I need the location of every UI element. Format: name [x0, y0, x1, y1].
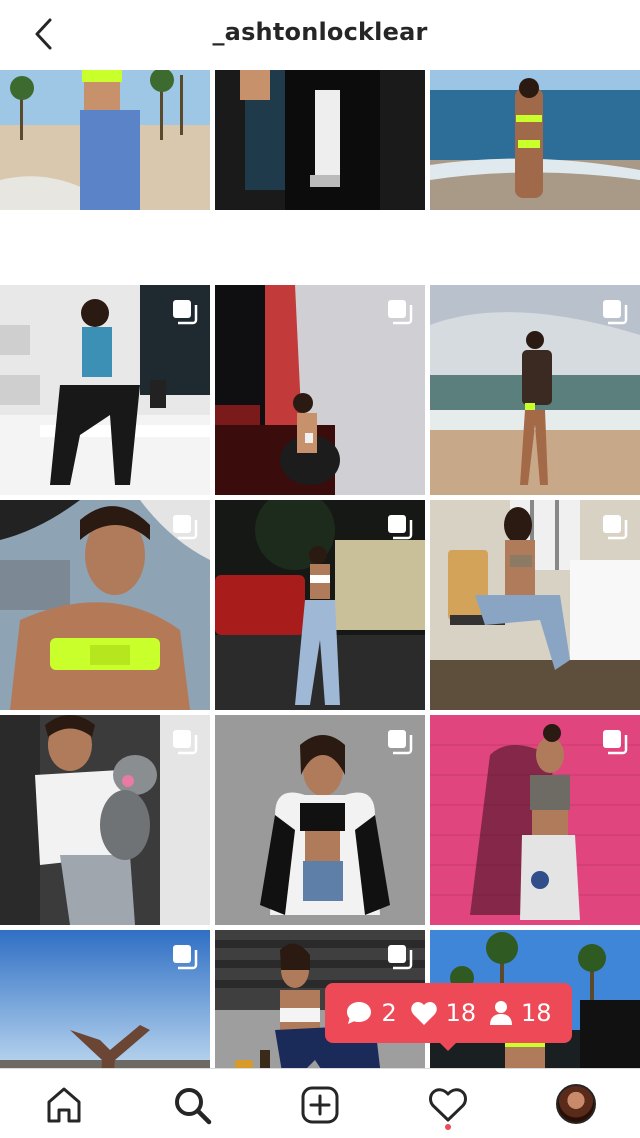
person-icon [490, 1001, 513, 1025]
likes-stat: 18 [410, 999, 477, 1027]
comment-icon [347, 1002, 372, 1024]
carousel-icon [603, 515, 628, 540]
carousel-icon [173, 945, 198, 970]
nav-home[interactable] [42, 1083, 86, 1127]
post-tile[interactable] [430, 285, 640, 495]
post-image [215, 70, 425, 210]
carousel-icon [388, 730, 413, 755]
comments-stat: 2 [345, 999, 397, 1027]
heart-icon [410, 1001, 437, 1025]
carousel-icon [388, 300, 413, 325]
carousel-icon [173, 730, 198, 755]
likes-count: 18 [445, 999, 477, 1027]
carousel-icon [603, 730, 628, 755]
carousel-icon [173, 300, 198, 325]
nav-activity[interactable] [426, 1083, 470, 1127]
follows-count: 18 [521, 999, 552, 1027]
carousel-icon [388, 515, 413, 540]
post-tile[interactable] [430, 70, 640, 280]
post-tile[interactable] [215, 500, 425, 710]
carousel-icon [388, 945, 413, 970]
post-tile[interactable] [215, 715, 425, 925]
post-tile[interactable] [215, 285, 425, 495]
post-tile[interactable] [215, 70, 425, 280]
follows-stat: 18 [489, 999, 552, 1027]
post-tile[interactable] [0, 285, 210, 495]
activity-icon [429, 1088, 467, 1122]
bottom-navigation [0, 1068, 640, 1138]
post-tile[interactable] [430, 715, 640, 925]
post-grid [0, 70, 640, 1138]
post-image [0, 70, 210, 210]
top-header: _ashtonlocklear [0, 0, 640, 68]
profile-username: _ashtonlocklear [212, 18, 428, 46]
carousel-icon [603, 300, 628, 325]
search-icon [175, 1088, 212, 1125]
comments-count: 2 [381, 999, 397, 1027]
post-tile[interactable] [430, 500, 640, 710]
home-icon [47, 1087, 81, 1123]
nav-search[interactable] [170, 1083, 214, 1127]
bubble-tail [438, 1041, 458, 1051]
new-post-icon [301, 1086, 339, 1124]
post-image [430, 70, 640, 210]
activity-indicator-dot [445, 1124, 451, 1130]
activity-notification-bubble[interactable]: 2 18 18 [325, 983, 572, 1043]
profile-avatar[interactable] [556, 1084, 596, 1124]
post-tile[interactable] [0, 70, 210, 280]
post-tile[interactable] [0, 500, 210, 710]
carousel-icon [173, 515, 198, 540]
nav-new-post[interactable] [298, 1083, 342, 1127]
post-tile[interactable] [0, 715, 210, 925]
